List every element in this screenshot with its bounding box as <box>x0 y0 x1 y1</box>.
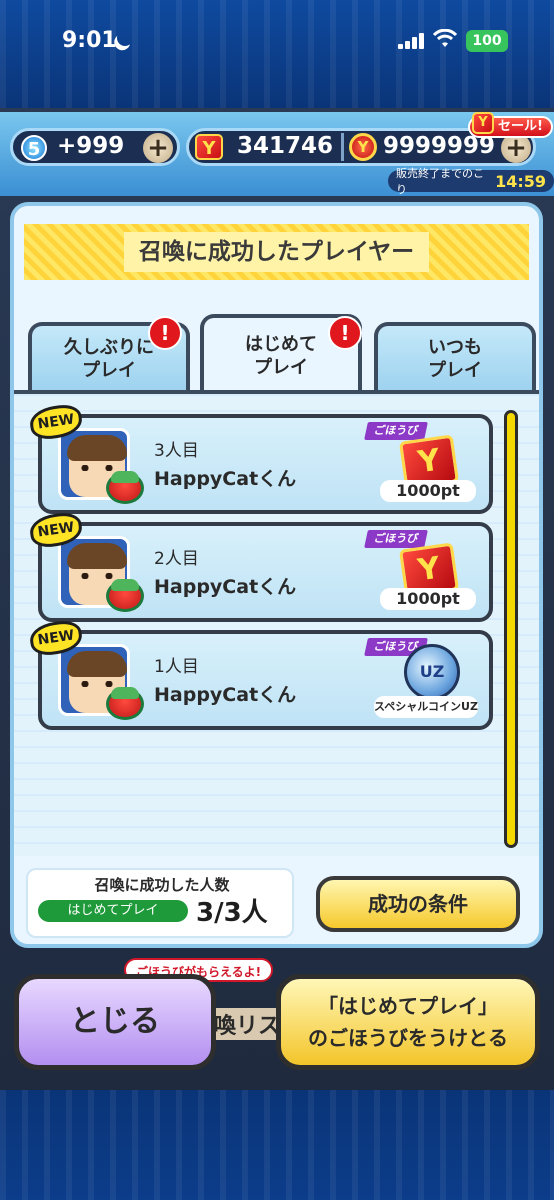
reward-amount: スペシャルコインUZ <box>374 696 478 718</box>
yokai-icon <box>106 471 144 504</box>
sale-end-label: 販売終了までのこり <box>396 167 484 196</box>
title-band: 召喚に成功したプレイヤー <box>24 224 529 280</box>
alert-icon: ! <box>328 316 362 350</box>
alert-icon: ! <box>148 316 182 350</box>
divider <box>341 133 344 161</box>
tab-label-line1: いつも <box>428 337 482 358</box>
tab-label-line2: プレイ <box>82 360 136 381</box>
y-coin-icon: Y <box>349 133 377 161</box>
currency-bar: 5 +999 + Y 341746 Y 9999999 + Y セール! 販売終… <box>0 112 554 196</box>
player-list[interactable]: NEW 3人目 HappyCatくん ごほうび Y 1000pt NEW 2人目… <box>14 394 539 856</box>
moon-icon <box>115 28 136 49</box>
panel-title: 召喚に成功したプレイヤー <box>124 232 429 272</box>
reward-amount: 1000pt <box>380 588 476 610</box>
sale-y-icon: Y <box>472 112 494 134</box>
success-count-box: 召喚に成功した人数 はじめてプレイ 3/3人 <box>26 868 294 938</box>
player-order: 1人目 <box>154 657 199 677</box>
success-count: 3/3人 <box>196 898 268 928</box>
list-item[interactable]: NEW 2人目 HappyCatくん ごほうび Y 1000pt <box>28 510 493 622</box>
reward-amount: 1000pt <box>380 480 476 502</box>
cellular-signal-icon <box>398 33 424 49</box>
category-tag: はじめてプレイ <box>38 900 188 922</box>
summon-success-panel: 召喚に成功したプレイヤー 久しぶりに プレイ はじめて プレイ いつも プレイ … <box>10 202 543 948</box>
sale-timer: 14:59 <box>495 171 546 191</box>
stamina-value: +999 <box>57 133 125 159</box>
tab-label-line2: プレイ <box>428 360 482 381</box>
avatar-eyes <box>79 681 115 687</box>
close-button[interactable]: とじる <box>14 974 216 1070</box>
sale-badge[interactable]: Y セール! <box>468 112 553 138</box>
y-point-card-icon: Y <box>195 134 223 160</box>
sale-label: セール! <box>498 119 543 134</box>
player-order: 3人目 <box>154 441 199 461</box>
player-name: HappyCatくん <box>154 684 297 706</box>
receive-reward-button[interactable]: 「はじめてプレイ」 のごほうびをうけとる <box>276 974 540 1070</box>
avatar-hair <box>67 651 127 677</box>
scrollbar[interactable] <box>504 410 518 848</box>
list-item[interactable]: NEW 3人目 HappyCatくん ごほうび Y 1000pt <box>28 402 493 514</box>
bottom-band <box>0 1090 554 1200</box>
points-value: 341746 <box>237 133 334 159</box>
reward-label: ごほうび <box>364 530 428 548</box>
special-coin-uz-icon: UZ <box>404 644 460 700</box>
player-order: 2人目 <box>154 549 199 569</box>
conditions-button[interactable]: 成功の条件 <box>316 876 520 932</box>
avatar-hair <box>67 435 127 461</box>
receive-reward-line1: 「はじめてプレイ」 <box>318 994 498 1018</box>
wifi-icon <box>433 29 457 47</box>
list-item[interactable]: NEW 1人目 HappyCatくん ごほうび UZ スペシャルコインUZ <box>28 618 493 730</box>
orb-level-icon: 5 <box>21 135 47 161</box>
stamina-plus-button[interactable]: + <box>143 133 173 163</box>
player-name: HappyCatくん <box>154 468 297 490</box>
summon-list-text: 喚リス <box>210 1008 285 1040</box>
status-time: 9:01 <box>62 28 117 53</box>
avatar-hair <box>67 543 127 569</box>
player-name: HappyCatくん <box>154 576 297 598</box>
stamina-pill: 5 +999 + <box>10 128 180 166</box>
battery-indicator: 100 <box>466 30 508 52</box>
tab-bar: 久しぶりに プレイ はじめて プレイ いつも プレイ ! ! <box>14 314 539 394</box>
yokai-icon <box>106 579 144 612</box>
reward-label: ごほうび <box>364 422 428 440</box>
sale-end-timer: 販売終了までのこり 14:59 <box>388 167 554 196</box>
receive-reward-line2: のごほうびをうけとる <box>308 1026 508 1050</box>
tab-label-line2: プレイ <box>254 357 308 378</box>
status-bar: 9:01 100 <box>0 0 554 108</box>
avatar-eyes <box>79 573 115 579</box>
yokai-icon <box>106 687 144 720</box>
tab-always-play[interactable]: いつも プレイ <box>374 322 536 392</box>
avatar-eyes <box>79 465 115 471</box>
